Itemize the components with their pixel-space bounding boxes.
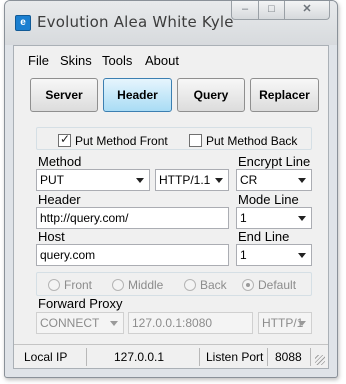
radio-selected-icon bbox=[242, 279, 254, 291]
chevron-down-icon bbox=[215, 178, 223, 183]
method-value: PUT bbox=[40, 173, 64, 187]
host-input[interactable]: query.com bbox=[36, 244, 229, 266]
encrypt-line-value: CR bbox=[240, 173, 258, 187]
close-icon: ✕ bbox=[302, 3, 312, 15]
mode-line-value: 1 bbox=[240, 211, 247, 225]
close-button[interactable]: ✕ bbox=[284, 1, 330, 20]
client-area: File Skins Tools About Server Header Que… bbox=[13, 45, 329, 369]
status-divider bbox=[199, 348, 200, 366]
put-method-front-checkbox[interactable]: Put Method Front bbox=[58, 132, 168, 148]
method-label: Method bbox=[38, 154, 82, 169]
menu-bar: File Skins Tools About bbox=[14, 46, 328, 68]
title-bar[interactable]: e Evolution Alea White Kyle – □ ✕ bbox=[5, 1, 337, 45]
protocol-select[interactable]: HTTP/1.1 bbox=[155, 169, 229, 191]
proxy-method-select[interactable]: CONNECT bbox=[36, 312, 124, 334]
radio-default[interactable]: Default bbox=[242, 278, 296, 292]
checkbox-checked-icon bbox=[58, 132, 71, 147]
radio-icon bbox=[48, 279, 60, 291]
encrypt-line-select[interactable]: CR bbox=[236, 169, 312, 191]
local-ip-value: 127.0.0.1 bbox=[114, 350, 165, 364]
menu-about[interactable]: About bbox=[145, 53, 179, 68]
proxy-protocol-select[interactable]: HTTP/1 bbox=[258, 312, 312, 334]
mode-line-label: Mode Line bbox=[238, 192, 299, 207]
mode-line-select[interactable]: 1 bbox=[236, 207, 312, 229]
maximize-button[interactable]: □ bbox=[258, 1, 285, 20]
encrypt-line-label: Encrypt Line bbox=[238, 154, 311, 169]
chevron-down-icon bbox=[298, 253, 306, 258]
menu-tools[interactable]: Tools bbox=[102, 53, 132, 68]
proxy-method-value: CONNECT bbox=[40, 316, 100, 330]
window-title: Evolution Alea White Kyle bbox=[37, 13, 234, 31]
local-ip-label: Local IP bbox=[24, 350, 68, 364]
app-window: e Evolution Alea White Kyle – □ ✕ File S… bbox=[4, 0, 338, 378]
listen-port-label: Listen Port bbox=[206, 350, 264, 364]
radio-default-label: Default bbox=[258, 278, 297, 292]
chevron-down-icon bbox=[298, 216, 306, 221]
radio-front-label: Front bbox=[64, 278, 93, 292]
radio-middle-label: Middle bbox=[128, 278, 164, 292]
status-bar: Local IP 127.0.0.1 Listen Port 8088 bbox=[14, 344, 328, 368]
tab-header[interactable]: Header bbox=[103, 78, 172, 112]
radio-middle[interactable]: Middle bbox=[112, 278, 163, 292]
chevron-down-icon bbox=[298, 321, 306, 326]
put-method-back-checkbox[interactable]: Put Method Back bbox=[189, 134, 297, 148]
proxy-address-input[interactable]: 127.0.0.1:8080 bbox=[128, 312, 253, 334]
chevron-down-icon bbox=[298, 178, 306, 183]
menu-skins[interactable]: Skins bbox=[60, 53, 92, 68]
maximize-icon: □ bbox=[268, 3, 275, 15]
tab-replacer[interactable]: Replacer bbox=[250, 78, 319, 112]
listen-port-value: 8088 bbox=[275, 350, 302, 364]
app-icon: e bbox=[15, 15, 31, 31]
minimize-button[interactable]: – bbox=[231, 1, 259, 20]
menu-file[interactable]: File bbox=[28, 53, 49, 68]
tab-query[interactable]: Query bbox=[177, 78, 245, 112]
radio-icon bbox=[112, 279, 124, 291]
put-method-front-label: Put Method Front bbox=[75, 134, 168, 148]
forward-proxy-label: Forward Proxy bbox=[38, 296, 123, 311]
radio-front[interactable]: Front bbox=[48, 278, 92, 292]
end-line-value: 1 bbox=[240, 248, 247, 262]
method-select[interactable]: PUT bbox=[36, 169, 150, 191]
status-divider bbox=[310, 348, 311, 366]
resize-grip-icon[interactable] bbox=[315, 355, 325, 365]
header-label: Header bbox=[38, 192, 81, 207]
end-line-select[interactable]: 1 bbox=[236, 244, 312, 266]
checkbox-empty-icon bbox=[189, 134, 202, 147]
radio-icon bbox=[184, 279, 196, 291]
chevron-down-icon bbox=[136, 178, 144, 183]
status-divider bbox=[86, 348, 87, 366]
chevron-down-icon bbox=[110, 321, 118, 326]
tab-server[interactable]: Server bbox=[30, 78, 98, 112]
end-line-label: End Line bbox=[238, 229, 290, 244]
put-method-back-label: Put Method Back bbox=[206, 134, 298, 148]
protocol-value: HTTP/1.1 bbox=[159, 173, 211, 187]
status-divider bbox=[267, 348, 268, 366]
minimize-icon: – bbox=[241, 3, 249, 15]
radio-back[interactable]: Back bbox=[184, 278, 227, 292]
radio-back-label: Back bbox=[200, 278, 227, 292]
host-label: Host bbox=[38, 229, 65, 244]
header-input[interactable]: http://query.com/ bbox=[36, 207, 229, 229]
